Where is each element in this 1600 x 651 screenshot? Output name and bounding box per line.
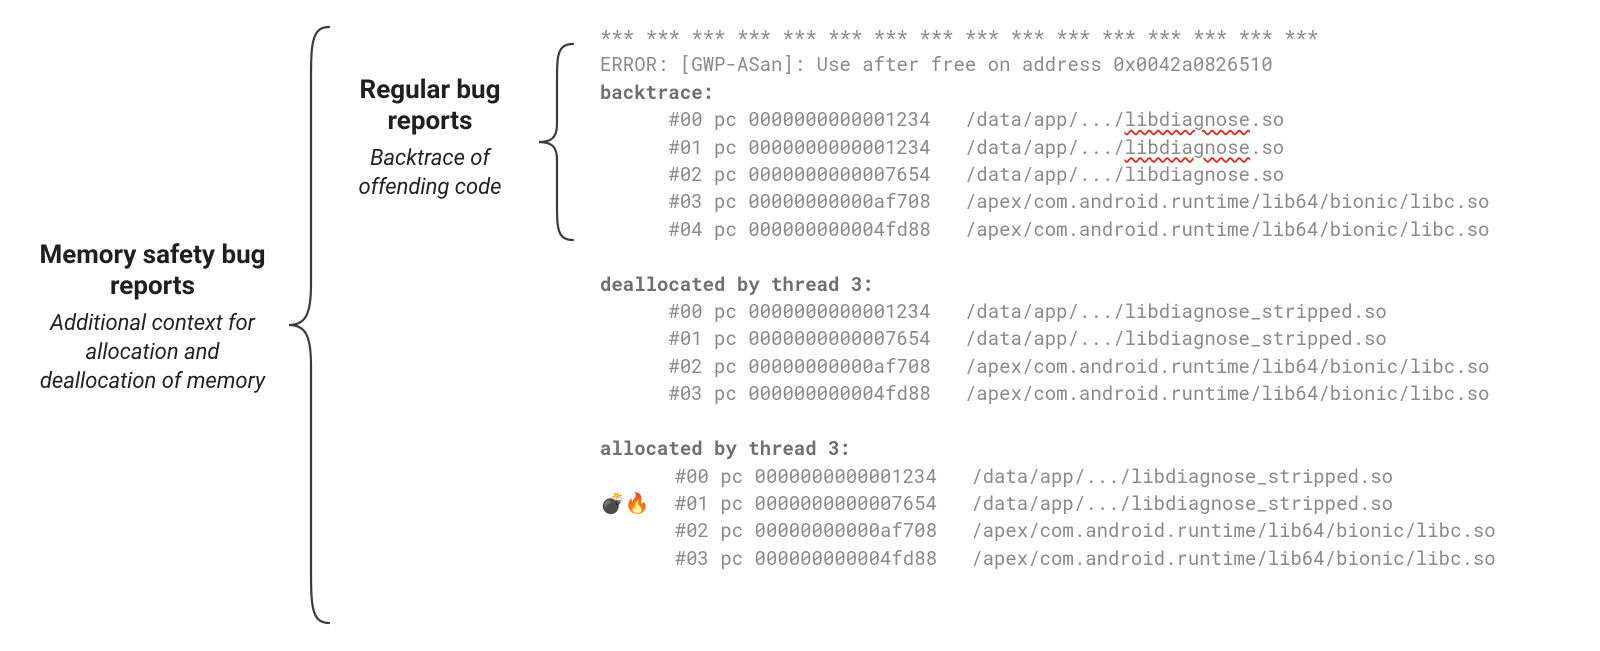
alloc-prefix (600, 518, 675, 542)
memory-safety-subtitle: Additional context for allocation and de… (25, 310, 280, 396)
backtrace-row: #03 pc 00000000000af708 /apex/com.androi… (600, 189, 1489, 214)
backtrace-row: #02 pc 0000000000007654 /data/app/.../li… (600, 162, 1284, 187)
alloc-row: 💣🔥 #01 pc 0000000000007654 /data/app/...… (600, 491, 1393, 516)
dealloc-row: #02 pc 00000000000af708 /apex/com.androi… (600, 354, 1489, 379)
alloc-header: allocated by thread 3: (600, 436, 851, 461)
memory-safety-title: Memory safety bug reports (25, 240, 280, 302)
dealloc-row: #00 pc 0000000000001234 /data/app/.../li… (600, 299, 1387, 324)
code-block: *** *** *** *** *** *** *** *** *** *** … (600, 24, 1496, 572)
brace-outer (285, 25, 331, 625)
regular-subtitle: Backtrace of offending code (330, 145, 530, 202)
alloc-row: #02 pc 00000000000af708 /apex/com.androi… (600, 518, 1496, 543)
bomb-fire-icon: 💣🔥 (600, 491, 675, 515)
alloc-prefix (600, 464, 675, 488)
backtrace-row: #00 pc 0000000000001234 /data/app/.../li… (600, 107, 1284, 132)
alloc-row: #00 pc 0000000000001234 /data/app/.../li… (600, 464, 1393, 489)
regular-label: Regular bug reports Backtrace of offendi… (330, 75, 530, 203)
memory-safety-label: Memory safety bug reports Additional con… (25, 240, 280, 396)
line-asterisks: *** *** *** *** *** *** *** *** *** *** … (600, 25, 1318, 50)
backtrace-row: #04 pc 000000000004fd88 /apex/com.androi… (600, 217, 1489, 242)
alloc-prefix (600, 546, 675, 570)
brace-inner (535, 42, 575, 242)
backtrace-row: #01 pc 0000000000001234 /data/app/.../li… (600, 135, 1284, 160)
regular-title: Regular bug reports (330, 75, 530, 137)
dealloc-row: #01 pc 0000000000007654 /data/app/.../li… (600, 326, 1387, 351)
dealloc-header: deallocated by thread 3: (600, 272, 874, 297)
line-error: ERROR: [GWP-ASan]: Use after free on add… (600, 52, 1273, 77)
backtrace-header: backtrace: (600, 80, 714, 105)
alloc-row: #03 pc 000000000004fd88 /apex/com.androi… (600, 546, 1496, 571)
dealloc-row: #03 pc 000000000004fd88 /apex/com.androi… (600, 381, 1489, 406)
